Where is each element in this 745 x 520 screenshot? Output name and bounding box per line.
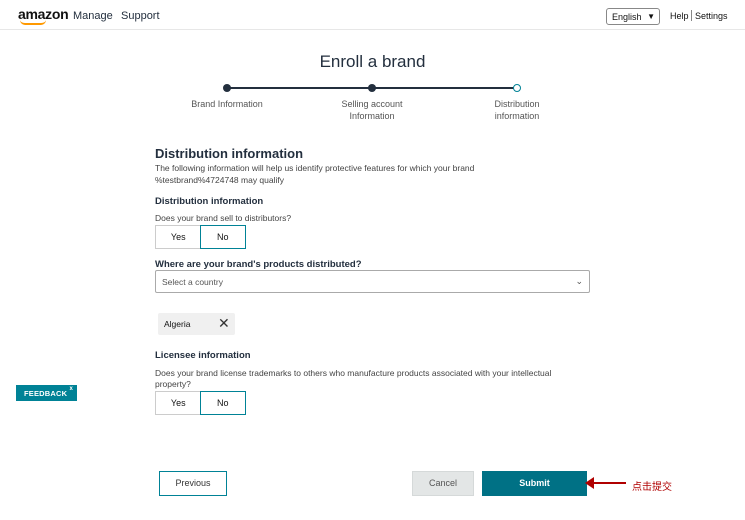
feedback-close-icon[interactable]: x	[69, 386, 73, 392]
close-icon[interactable]: ✕	[218, 315, 230, 332]
distributors-toggle: Yes No	[155, 225, 246, 249]
chevron-down-icon: ⌄	[575, 276, 583, 286]
language-value: English	[612, 12, 642, 22]
top-header: amazon Manage Support English ▼ Help Set…	[0, 0, 745, 30]
countries-label: Where are your brand's products distribu…	[155, 259, 362, 270]
annotation-arrow-line	[592, 482, 626, 484]
annotation-text: 点击提交	[632, 482, 672, 493]
cancel-button[interactable]: Cancel	[412, 471, 474, 496]
section-description: The following information will help us i…	[155, 163, 475, 185]
step-dot-selling-account	[368, 84, 376, 92]
distributors-yes-option[interactable]: Yes	[156, 226, 201, 248]
step-label-brand: Brand Information	[191, 99, 263, 109]
licensee-no-option[interactable]: No	[199, 391, 246, 415]
step-label-distribution: Distribution information	[494, 99, 540, 121]
chevron-down-icon: ▼	[647, 12, 655, 21]
country-chip-label: Algeria	[164, 319, 191, 329]
header-divider	[691, 10, 692, 21]
country-chip: Algeria ✕	[158, 313, 235, 335]
distribution-question: Does your brand sell to distributors?	[155, 213, 292, 223]
step-dot-brand	[223, 84, 231, 92]
feedback-button[interactable]: FEEDBACK x	[16, 385, 77, 401]
distributors-no-option[interactable]: No	[199, 225, 246, 249]
licensee-question: Does your brand license trademarks to ot…	[155, 368, 552, 389]
nav-support-link[interactable]: Support	[121, 10, 160, 22]
settings-link[interactable]: Settings	[695, 11, 728, 21]
submit-button[interactable]: Submit	[482, 471, 587, 496]
previous-button[interactable]: Previous	[159, 471, 227, 496]
step-label-selling-account: Selling account Information	[341, 99, 403, 121]
licensee-yes-option[interactable]: Yes	[156, 392, 201, 414]
country-select-placeholder: Select a country	[162, 277, 223, 287]
distribution-heading: Distribution information	[155, 196, 264, 207]
help-link[interactable]: Help	[670, 11, 689, 21]
licensee-heading: Licensee information	[155, 350, 251, 361]
licensee-toggle: Yes No	[155, 391, 246, 415]
section-title: Distribution information	[155, 146, 304, 161]
country-select[interactable]: Select a country ⌄	[155, 270, 590, 293]
language-select[interactable]: English ▼	[606, 8, 660, 25]
nav-manage-link[interactable]: Manage	[73, 10, 113, 22]
arrow-left-icon	[585, 477, 594, 489]
amazon-smile-icon	[20, 20, 46, 25]
step-dot-distribution	[513, 84, 521, 92]
page-title: Enroll a brand	[319, 52, 426, 71]
feedback-label: FEEDBACK	[24, 389, 68, 398]
